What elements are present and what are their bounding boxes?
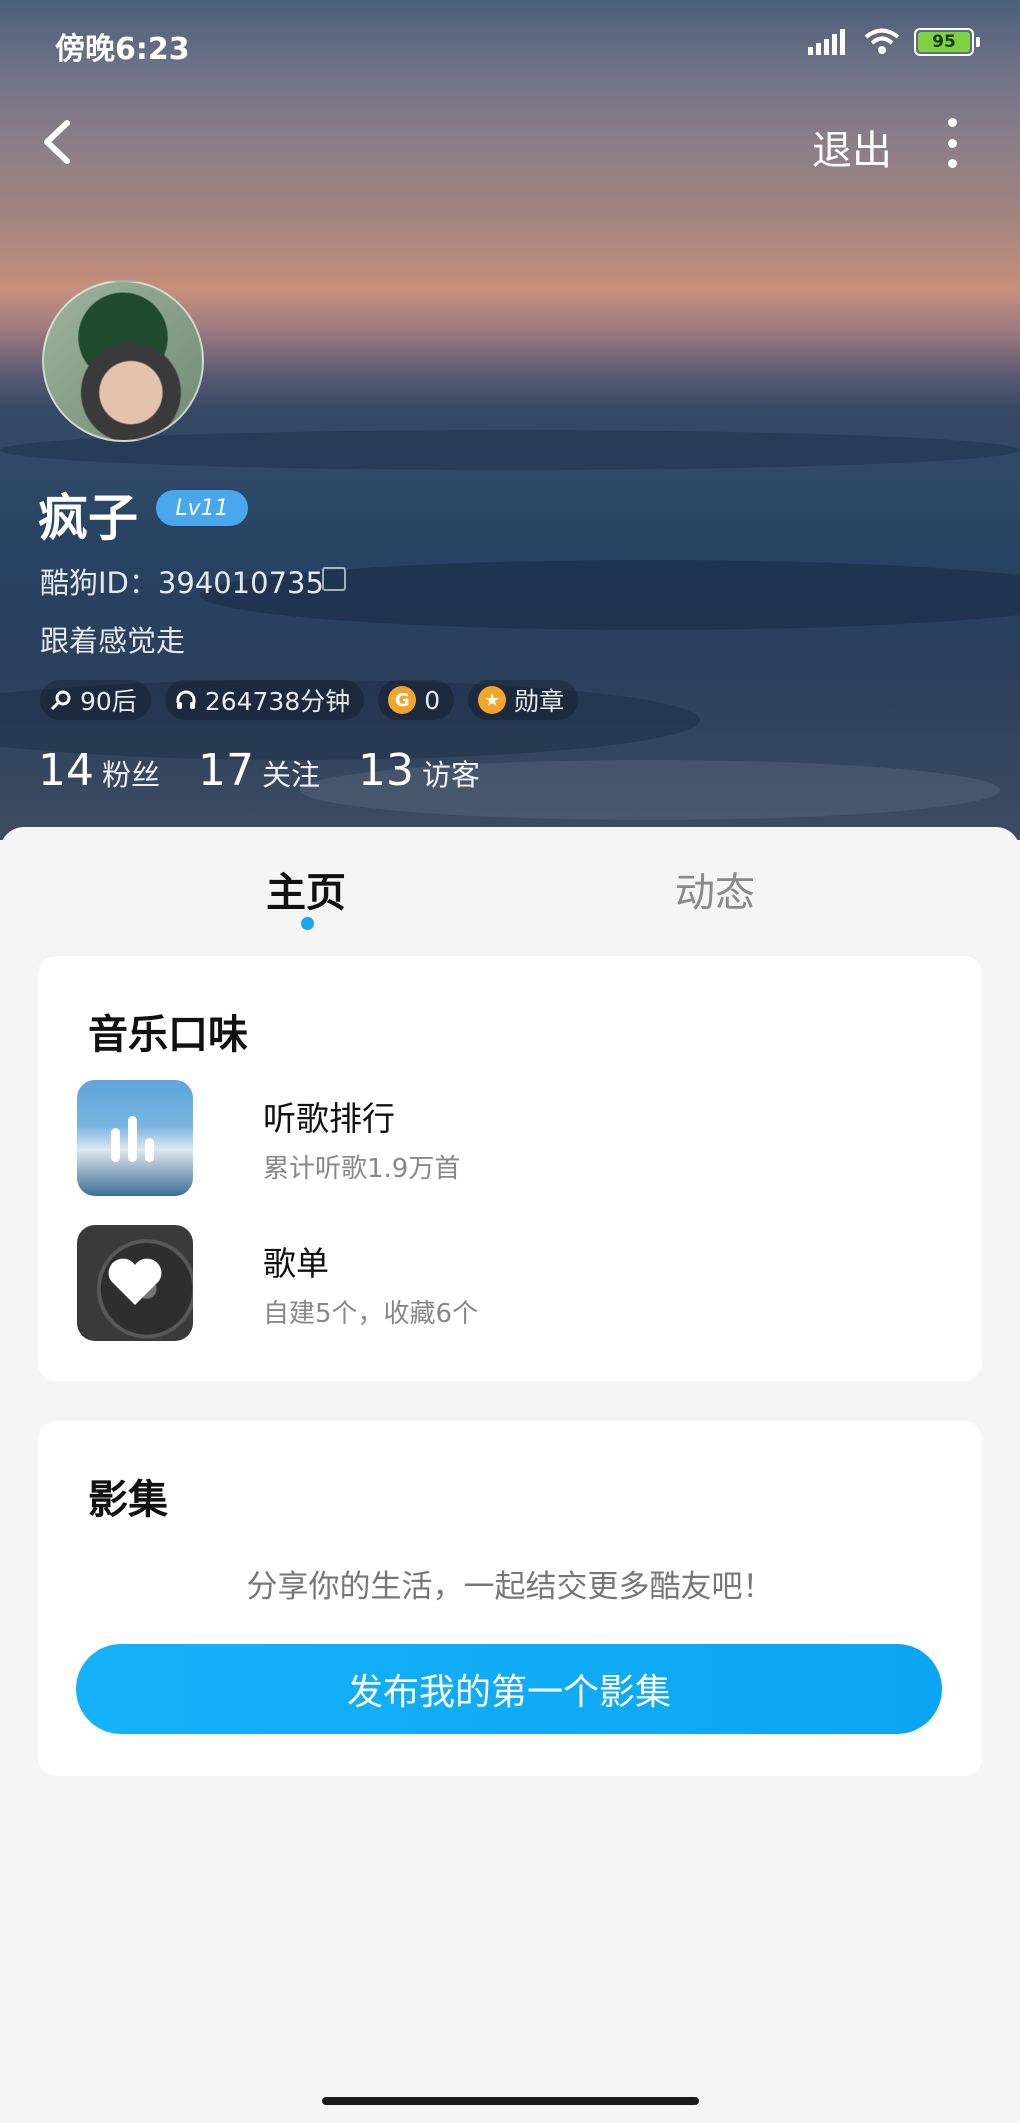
battery-icon: 95	[914, 28, 974, 56]
coin-icon: G	[388, 686, 417, 714]
signal-icon	[808, 29, 845, 55]
tag-chips: 90后 264738分钟 G 0 ★ 勋章	[40, 680, 579, 720]
level-badge[interactable]: Lv11	[156, 490, 248, 526]
active-tab-indicator	[301, 917, 314, 930]
chevron-left-icon	[44, 120, 70, 164]
publish-album-button[interactable]: 发布我的第一个影集	[76, 1644, 942, 1734]
status-time: 傍晚6:23	[55, 32, 190, 67]
status-icons: 95	[808, 28, 980, 56]
ranking-thumbnail	[77, 1080, 193, 1196]
music-taste-title: 音乐口味	[88, 1012, 248, 1058]
bar-chart-icon	[111, 1116, 154, 1162]
list-item-playlists[interactable]: 歌单 自建5个，收藏6个	[77, 1225, 937, 1341]
back-button[interactable]	[34, 112, 78, 172]
coin-chip[interactable]: G 0	[378, 680, 455, 720]
following-stat[interactable]: 17 关注	[198, 745, 320, 796]
battery-level: 95	[932, 32, 956, 52]
logout-button[interactable]: 退出	[812, 118, 892, 176]
wifi-icon	[864, 28, 900, 54]
fans-stat[interactable]: 14 粉丝	[38, 745, 160, 796]
age-chip[interactable]: 90后	[40, 680, 151, 720]
signature: 跟着感觉走	[40, 624, 186, 658]
list-item-ranking[interactable]: 听歌排行 累计听歌1.9万首	[77, 1080, 937, 1196]
playlist-title: 歌单	[263, 1244, 329, 1283]
profile-header: 傍晚6:23 95 退出 疯子 Lv11 酷狗ID：394010735 跟着感觉…	[0, 0, 1020, 840]
ranking-title: 听歌排行	[263, 1099, 395, 1138]
tab-home[interactable]: 主页	[266, 860, 346, 918]
playlist-subtitle: 自建5个，收藏6个	[263, 1299, 479, 1329]
home-indicator[interactable]	[322, 2097, 699, 2105]
listen-time-chip[interactable]: 264738分钟	[164, 680, 365, 720]
avatar[interactable]	[42, 280, 204, 442]
copy-icon[interactable]	[322, 567, 346, 591]
user-name: 疯子	[38, 489, 138, 547]
album-card: 影集 分享你的生活，一起结交更多酷友吧！ 发布我的第一个影集	[38, 1421, 982, 1776]
heart-icon	[108, 1258, 162, 1305]
playlist-thumbnail	[77, 1225, 193, 1341]
headphones-icon	[176, 690, 196, 709]
visitors-stat[interactable]: 13 访客	[358, 745, 480, 796]
album-title: 影集	[88, 1477, 168, 1523]
search-icon	[50, 690, 71, 711]
profile-stats: 14 粉丝 17 关注 13 访客	[38, 745, 480, 796]
more-options-icon[interactable]	[942, 118, 962, 168]
medal-icon: ★	[478, 686, 507, 714]
medal-chip[interactable]: ★ 勋章	[468, 680, 579, 720]
kugou-id: 酷狗ID：394010735	[40, 566, 324, 600]
tab-activity[interactable]: 动态	[675, 860, 755, 918]
ranking-subtitle: 累计听歌1.9万首	[263, 1154, 461, 1184]
album-hint: 分享你的生活，一起结交更多酷友吧！	[246, 1569, 774, 1605]
music-taste-card: 音乐口味 听歌排行 累计听歌1.9万首 歌单 自建5个，收藏6个	[38, 956, 982, 1381]
